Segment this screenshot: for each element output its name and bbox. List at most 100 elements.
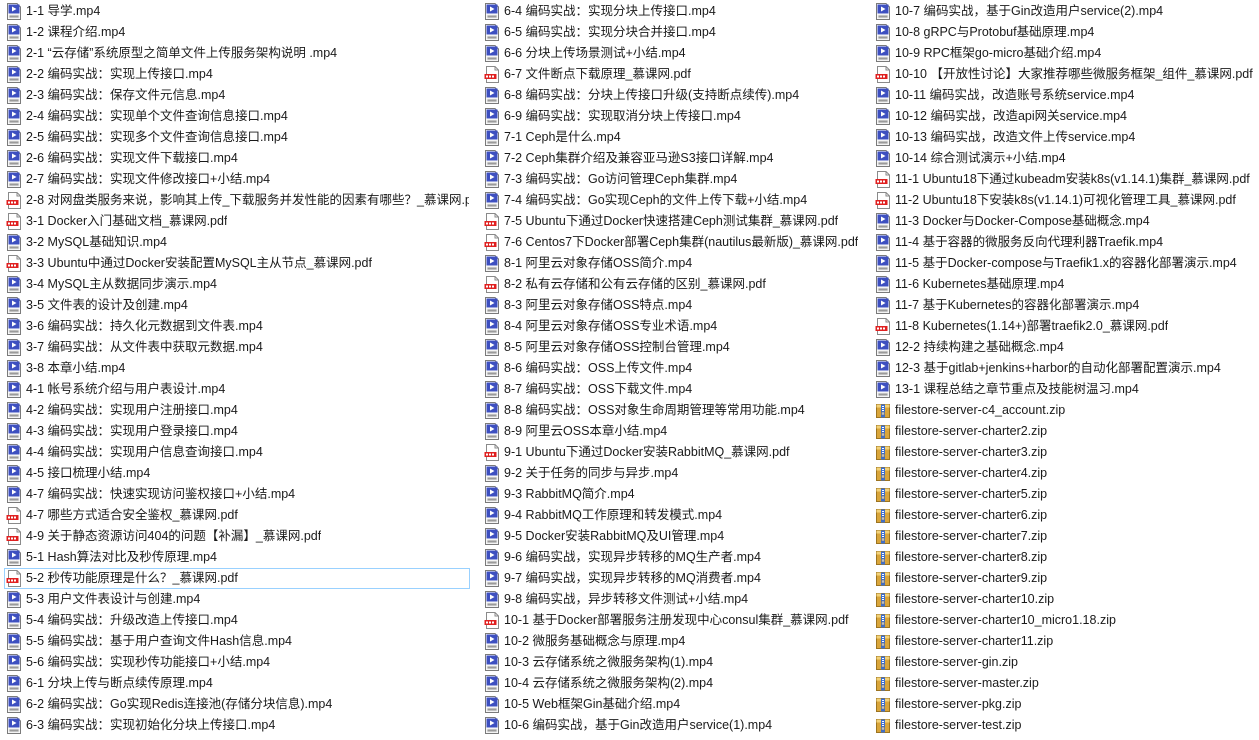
- file-item[interactable]: 10-3 云存储系统之微服务架构(1).mp4: [482, 652, 866, 673]
- file-item[interactable]: filestore-server-charter11.zip: [873, 631, 1257, 652]
- file-item[interactable]: 11-2 Ubuntu18下安装k8s(v1.14.1)可视化管理工具_慕课网.…: [873, 190, 1257, 211]
- file-item[interactable]: filestore-server-charter10_micro1.18.zip: [873, 610, 1257, 631]
- file-item[interactable]: 3-1 Docker入门基础文档_慕课网.pdf: [4, 211, 470, 232]
- file-item[interactable]: 5-3 用户文件表设计与创建.mp4: [4, 589, 470, 610]
- file-item[interactable]: 6-4 编码实战：实现分块上传接口.mp4: [482, 1, 866, 22]
- file-item[interactable]: 6-2 编码实战：Go实现Redis连接池(存储分块信息).mp4: [4, 694, 470, 715]
- file-item[interactable]: 4-7 编码实战：快速实现访问鉴权接口+小结.mp4: [4, 484, 470, 505]
- file-item[interactable]: 5-4 编码实战：升级改造上传接口.mp4: [4, 610, 470, 631]
- file-item[interactable]: filestore-server-charter6.zip: [873, 505, 1257, 526]
- file-item[interactable]: 1-1 导学.mp4: [4, 1, 470, 22]
- file-item[interactable]: 10-10 【开放性讨论】大家推荐哪些微服务框架_组件_慕课网.pdf: [873, 64, 1257, 85]
- file-item[interactable]: 2-5 编码实战：实现多个文件查询信息接口.mp4: [4, 127, 470, 148]
- file-item[interactable]: filestore-server-charter10.zip: [873, 589, 1257, 610]
- file-item[interactable]: 6-5 编码实战：实现分块合并接口.mp4: [482, 22, 866, 43]
- file-item[interactable]: 9-1 Ubuntu下通过Docker安装RabbitMQ_慕课网.pdf: [482, 442, 866, 463]
- file-item[interactable]: 5-1 Hash算法对比及秒传原理.mp4: [4, 547, 470, 568]
- file-item[interactable]: 10-1 基于Docker部署服务注册发现中心consul集群_慕课网.pdf: [482, 610, 866, 631]
- file-item[interactable]: 7-2 Ceph集群介绍及兼容亚马逊S3接口详解.mp4: [482, 148, 866, 169]
- file-item[interactable]: 7-6 Centos7下Docker部署Ceph集群(nautilus最新版)_…: [482, 232, 866, 253]
- file-item[interactable]: 11-3 Docker与Docker-Compose基础概念.mp4: [873, 211, 1257, 232]
- file-item[interactable]: 2-6 编码实战：实现文件下载接口.mp4: [4, 148, 470, 169]
- file-item[interactable]: 4-9 关于静态资源访问404的问题【补漏】_慕课网.pdf: [4, 526, 470, 547]
- file-item[interactable]: 4-1 帐号系统介绍与用户表设计.mp4: [4, 379, 470, 400]
- file-item[interactable]: 2-2 编码实战：实现上传接口.mp4: [4, 64, 470, 85]
- file-item[interactable]: filestore-server-charter8.zip: [873, 547, 1257, 568]
- file-item[interactable]: 6-9 编码实战：实现取消分块上传接口.mp4: [482, 106, 866, 127]
- file-item[interactable]: 8-3 阿里云对象存储OSS特点.mp4: [482, 295, 866, 316]
- file-item[interactable]: 11-7 基于Kubernetes的容器化部署演示.mp4: [873, 295, 1257, 316]
- file-item[interactable]: 3-4 MySQL主从数据同步演示.mp4: [4, 274, 470, 295]
- file-item[interactable]: 11-1 Ubuntu18下通过kubeadm安装k8s(v1.14.1)集群_…: [873, 169, 1257, 190]
- file-item[interactable]: 4-2 编码实战：实现用户注册接口.mp4: [4, 400, 470, 421]
- file-item[interactable]: 3-2 MySQL基础知识.mp4: [4, 232, 470, 253]
- file-item[interactable]: filestore-server-c4_account.zip: [873, 400, 1257, 421]
- file-item[interactable]: 9-4 RabbitMQ工作原理和转发模式.mp4: [482, 505, 866, 526]
- file-item[interactable]: 9-2 关于任务的同步与异步.mp4: [482, 463, 866, 484]
- file-item[interactable]: 11-5 基于Docker-compose与Traefik1.x的容器化部署演示…: [873, 253, 1257, 274]
- file-item[interactable]: 6-3 编码实战：实现初始化分块上传接口.mp4: [4, 715, 470, 736]
- file-item[interactable]: 10-11 编码实战，改造账号系统service.mp4: [873, 85, 1257, 106]
- file-item[interactable]: 3-3 Ubuntu中通过Docker安装配置MySQL主从节点_慕课网.pdf: [4, 253, 470, 274]
- file-item[interactable]: 2-4 编码实战：实现单个文件查询信息接口.mp4: [4, 106, 470, 127]
- file-item[interactable]: 9-8 编码实战，异步转移文件测试+小结.mp4: [482, 589, 866, 610]
- file-item[interactable]: 4-5 接口梳理小结.mp4: [4, 463, 470, 484]
- file-item[interactable]: 6-1 分块上传与断点续传原理.mp4: [4, 673, 470, 694]
- file-item[interactable]: 4-4 编码实战：实现用户信息查询接口.mp4: [4, 442, 470, 463]
- file-item[interactable]: 8-1 阿里云对象存储OSS简介.mp4: [482, 253, 866, 274]
- file-item[interactable]: filestore-server-master.zip: [873, 673, 1257, 694]
- file-item[interactable]: 5-2 秒传功能原理是什么？_慕课网.pdf: [4, 568, 470, 589]
- file-item[interactable]: 10-2 微服务基础概念与原理.mp4: [482, 631, 866, 652]
- file-item[interactable]: 11-8 Kubernetes(1.14+)部署traefik2.0_慕课网.p…: [873, 316, 1257, 337]
- file-item[interactable]: 3-6 编码实战：持久化元数据到文件表.mp4: [4, 316, 470, 337]
- file-item[interactable]: 8-6 编码实战：OSS上传文件.mp4: [482, 358, 866, 379]
- file-item[interactable]: 8-4 阿里云对象存储OSS专业术语.mp4: [482, 316, 866, 337]
- file-item[interactable]: 9-6 编码实战，实现异步转移的MQ生产者.mp4: [482, 547, 866, 568]
- file-item[interactable]: 10-7 编码实战，基于Gin改造用户service(2).mp4: [873, 1, 1257, 22]
- file-item[interactable]: 10-8 gRPC与Protobuf基础原理.mp4: [873, 22, 1257, 43]
- file-item[interactable]: 1-2 课程介绍.mp4: [4, 22, 470, 43]
- file-item[interactable]: 2-8 对网盘类服务来说，影响其上传_下载服务并发性能的因素有哪些？_慕课网.p…: [4, 190, 470, 211]
- file-item[interactable]: 11-6 Kubernetes基础原理.mp4: [873, 274, 1257, 295]
- file-item[interactable]: 3-8 本章小结.mp4: [4, 358, 470, 379]
- file-item[interactable]: 2-7 编码实战：实现文件修改接口+小结.mp4: [4, 169, 470, 190]
- file-item[interactable]: 8-9 阿里云OSS本章小结.mp4: [482, 421, 866, 442]
- file-item[interactable]: 9-3 RabbitMQ简介.mp4: [482, 484, 866, 505]
- file-item[interactable]: filestore-server-charter7.zip: [873, 526, 1257, 547]
- file-item[interactable]: filestore-server-charter9.zip: [873, 568, 1257, 589]
- file-item[interactable]: 10-4 云存储系统之微服务架构(2).mp4: [482, 673, 866, 694]
- file-item[interactable]: 13-1 课程总结之章节重点及技能树温习.mp4: [873, 379, 1257, 400]
- file-item[interactable]: 10-5 Web框架Gin基础介绍.mp4: [482, 694, 866, 715]
- file-item[interactable]: 5-5 编码实战：基于用户查询文件Hash信息.mp4: [4, 631, 470, 652]
- file-item[interactable]: filestore-server-charter4.zip: [873, 463, 1257, 484]
- file-item[interactable]: filestore-server-charter5.zip: [873, 484, 1257, 505]
- file-item[interactable]: 2-3 编码实战：保存文件元信息.mp4: [4, 85, 470, 106]
- file-item[interactable]: filestore-server-charter3.zip: [873, 442, 1257, 463]
- file-item[interactable]: 12-3 基于gitlab+jenkins+harbor的自动化部署配置演示.m…: [873, 358, 1257, 379]
- file-item[interactable]: 5-6 编码实战：实现秒传功能接口+小结.mp4: [4, 652, 470, 673]
- file-item[interactable]: filestore-server-gin.zip: [873, 652, 1257, 673]
- file-item[interactable]: 11-4 基于容器的微服务反向代理利器Traefik.mp4: [873, 232, 1257, 253]
- file-item[interactable]: 4-7 哪些方式适合安全鉴权_慕课网.pdf: [4, 505, 470, 526]
- file-item[interactable]: 7-3 编码实战：Go访问管理Ceph集群.mp4: [482, 169, 866, 190]
- file-item[interactable]: 3-7 编码实战：从文件表中获取元数据.mp4: [4, 337, 470, 358]
- file-item[interactable]: 8-8 编码实战：OSS对象生命周期管理等常用功能.mp4: [482, 400, 866, 421]
- file-item[interactable]: 10-13 编码实战，改造文件上传service.mp4: [873, 127, 1257, 148]
- file-item[interactable]: filestore-server-test.zip: [873, 715, 1257, 736]
- file-item[interactable]: 10-6 编码实战，基于Gin改造用户service(1).mp4: [482, 715, 866, 736]
- file-item[interactable]: 2-1 “云存储”系统原型之简单文件上传服务架构说明 .mp4: [4, 43, 470, 64]
- file-item[interactable]: 7-4 编码实战：Go实现Ceph的文件上传下载+小结.mp4: [482, 190, 866, 211]
- file-item[interactable]: 10-9 RPC框架go-micro基础介绍.mp4: [873, 43, 1257, 64]
- file-item[interactable]: 6-8 编码实战：分块上传接口升级(支持断点续传).mp4: [482, 85, 866, 106]
- file-item[interactable]: 8-7 编码实战：OSS下载文件.mp4: [482, 379, 866, 400]
- file-item[interactable]: filestore-server-pkg.zip: [873, 694, 1257, 715]
- file-item[interactable]: 8-5 阿里云对象存储OSS控制台管理.mp4: [482, 337, 866, 358]
- file-item[interactable]: 4-3 编码实战：实现用户登录接口.mp4: [4, 421, 470, 442]
- file-item[interactable]: 9-7 编码实战，实现异步转移的MQ消费者.mp4: [482, 568, 866, 589]
- file-item[interactable]: 7-5 Ubuntu下通过Docker快速搭建Ceph测试集群_慕课网.pdf: [482, 211, 866, 232]
- file-item[interactable]: 10-12 编码实战，改造api网关service.mp4: [873, 106, 1257, 127]
- file-item[interactable]: 3-5 文件表的设计及创建.mp4: [4, 295, 470, 316]
- file-item[interactable]: 8-2 私有云存储和公有云存储的区别_慕课网.pdf: [482, 274, 866, 295]
- file-item[interactable]: 7-1 Ceph是什么.mp4: [482, 127, 866, 148]
- file-item[interactable]: 12-2 持续构建之基础概念.mp4: [873, 337, 1257, 358]
